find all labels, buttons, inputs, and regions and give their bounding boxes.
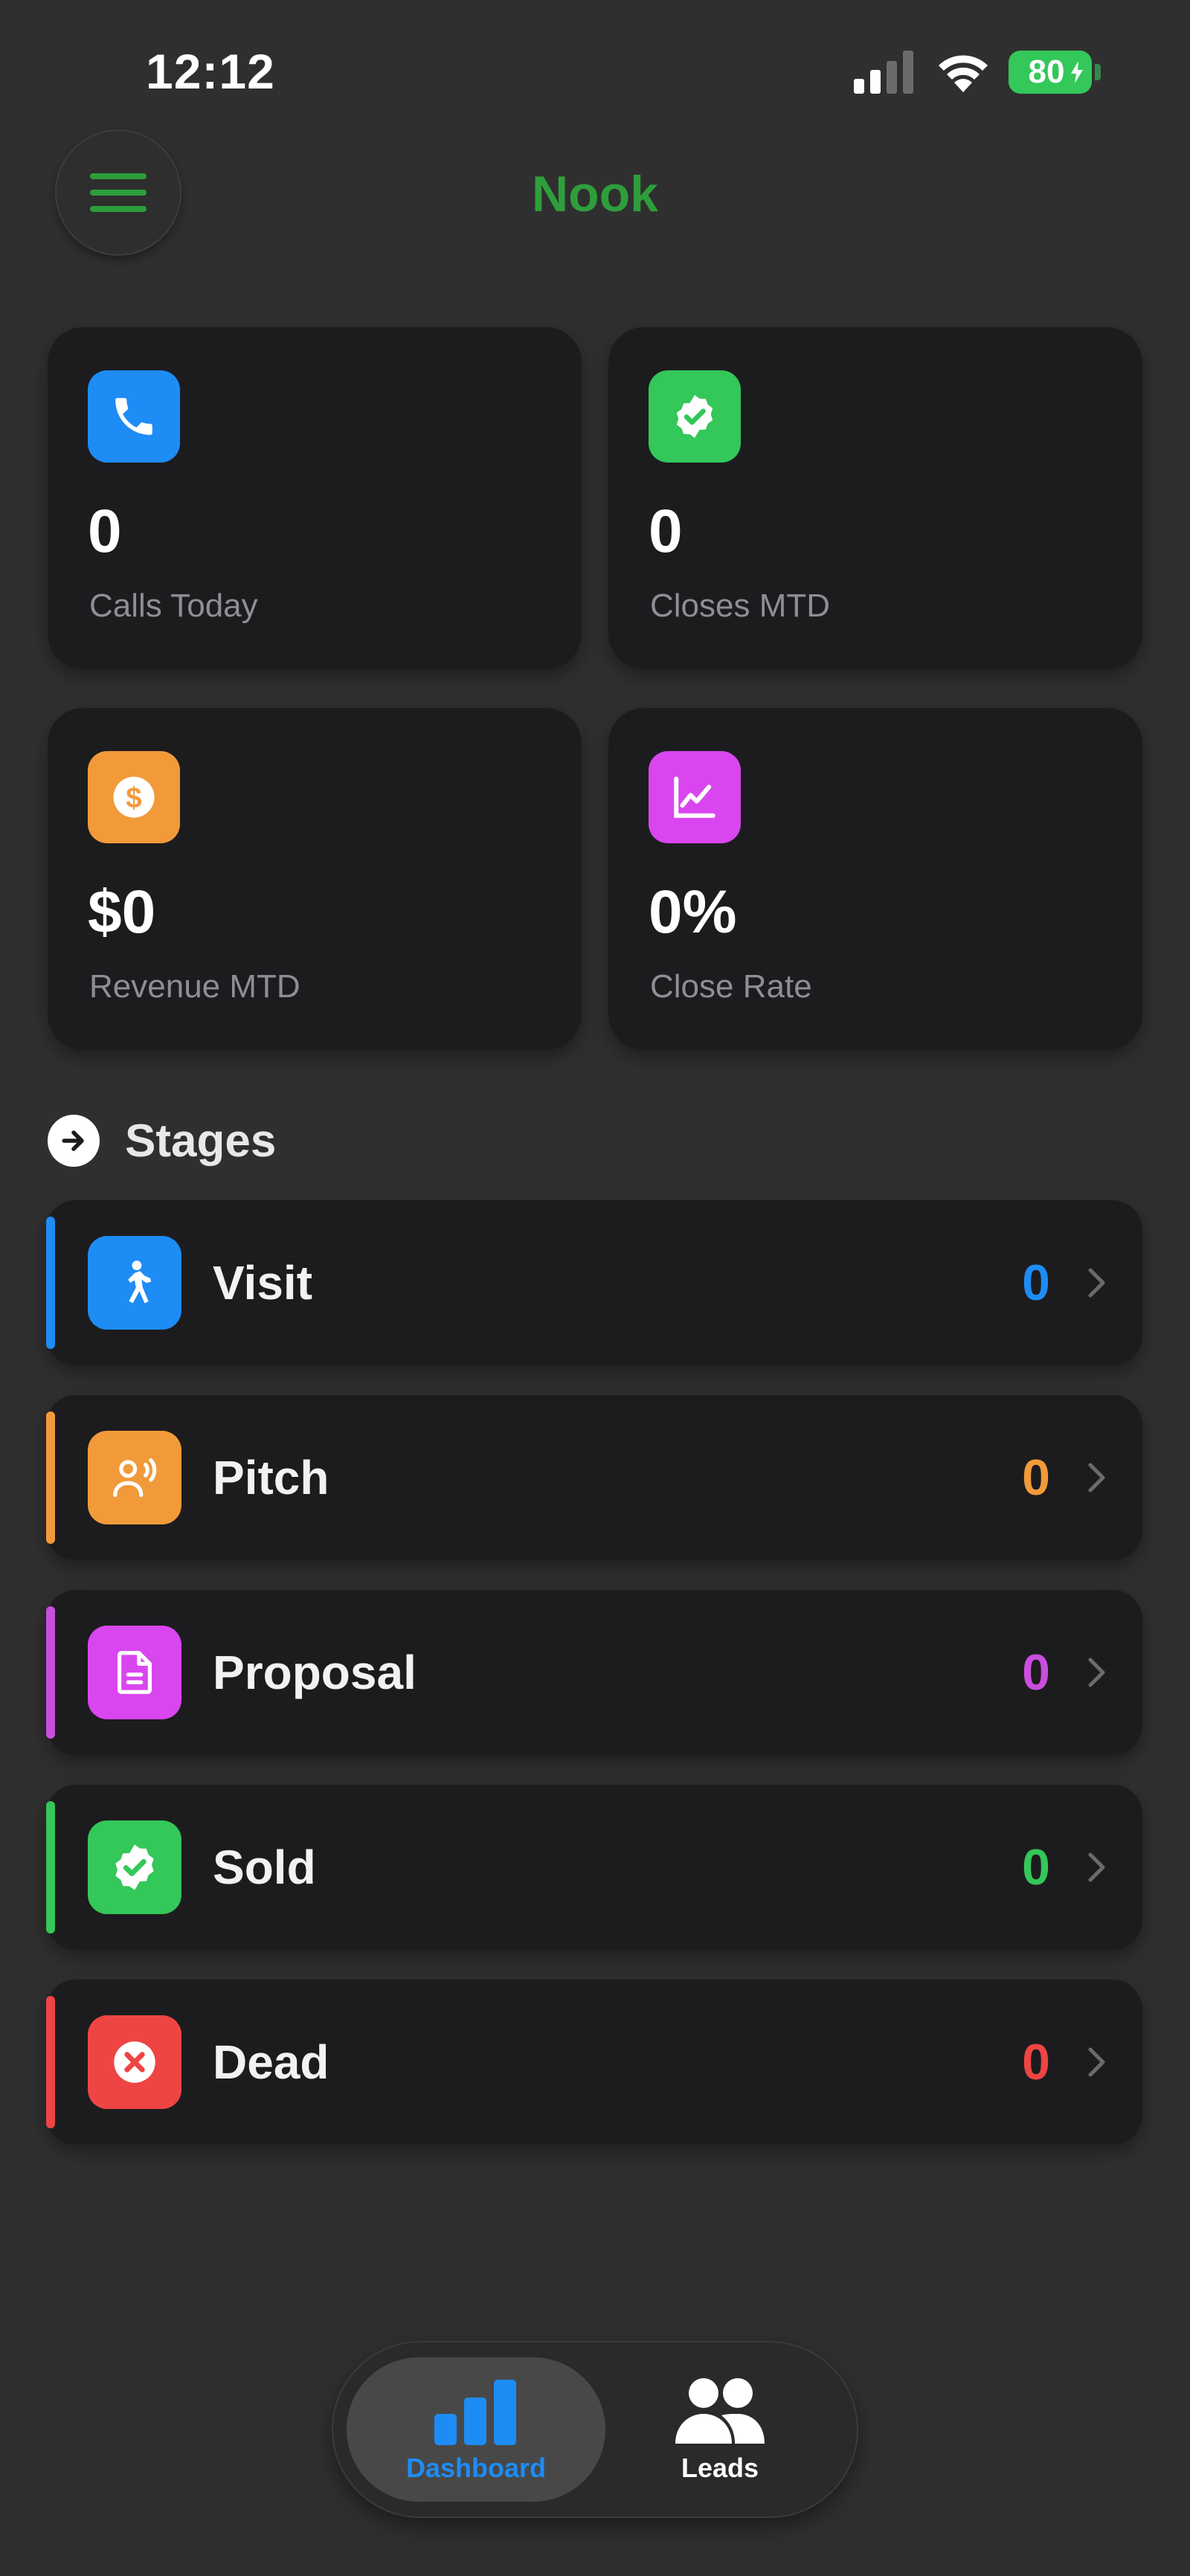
stage-row-pitch[interactable]: Pitch 0 [46, 1395, 1142, 1560]
tab-label: Dashboard [405, 2453, 547, 2483]
stage-row-proposal[interactable]: Proposal 0 [46, 1590, 1142, 1755]
walking-person-icon [88, 1236, 181, 1330]
stat-card-calls-today[interactable]: 0 Calls Today [48, 327, 582, 669]
chevron-right-icon [1088, 1852, 1105, 1882]
svg-text:$: $ [126, 782, 141, 814]
stage-accent-bar [46, 1217, 55, 1349]
stage-accent-bar [46, 1411, 55, 1544]
stage-row-sold[interactable]: Sold 0 [46, 1785, 1142, 1950]
stat-value: 0 [649, 498, 683, 565]
stage-count: 0 [1022, 1449, 1050, 1506]
battery-indicator: 80 [1009, 51, 1092, 94]
dashboard-screen: 12:12 80 Nook 0 Calls Today 0 Closes MTD… [0, 0, 1190, 2576]
section-title: Stages [125, 1115, 277, 1167]
check-seal-icon [88, 1820, 181, 1914]
bar-chart-icon [434, 2380, 516, 2445]
stat-card-revenue-mtd[interactable]: $ $0 Revenue MTD [48, 708, 582, 1050]
stat-card-close-rate[interactable]: 0% Close Rate [608, 708, 1142, 1050]
status-time: 12:12 [146, 44, 275, 99]
chevron-right-icon [1088, 1268, 1105, 1298]
x-circle-icon [88, 2015, 181, 2109]
stages-header: Stages [48, 1111, 276, 1171]
stage-count: 0 [1022, 1255, 1050, 1311]
stat-label: Close Rate [650, 968, 812, 1005]
dollar-icon: $ [88, 751, 180, 843]
status-bar: 12:12 80 [0, 0, 1190, 141]
battery-level: 80 [1028, 54, 1065, 90]
chevron-right-icon [1088, 2047, 1105, 2077]
stage-row-visit[interactable]: Visit 0 [46, 1200, 1142, 1365]
stage-label: Sold [213, 1841, 316, 1894]
stage-label: Dead [213, 2035, 329, 2089]
stage-label: Visit [213, 1256, 312, 1310]
stage-accent-bar [46, 1606, 55, 1739]
stage-accent-bar [46, 1996, 55, 2128]
bolt-icon [1071, 61, 1083, 83]
stage-accent-bar [46, 1801, 55, 1933]
stage-label: Proposal [213, 1646, 416, 1699]
stage-label: Pitch [213, 1451, 329, 1504]
phone-icon [88, 370, 180, 463]
tab-bar: Dashboard Leads [333, 2342, 857, 2517]
stage-count: 0 [1022, 2034, 1050, 2090]
stat-value: 0 [88, 498, 122, 565]
chevron-right-icon [1088, 1658, 1105, 1687]
stat-value: $0 [88, 878, 156, 946]
chevron-right-icon [1088, 1463, 1105, 1493]
battery-cap [1095, 64, 1101, 80]
stat-label: Closes MTD [650, 587, 831, 624]
people-icon [675, 2378, 765, 2444]
stage-count: 0 [1022, 1644, 1050, 1701]
signal-icon [854, 51, 913, 94]
document-icon [88, 1626, 181, 1719]
stage-count: 0 [1022, 1839, 1050, 1896]
stat-label: Calls Today [89, 587, 258, 624]
tab-leads[interactable]: Leads [594, 2357, 846, 2502]
app-title: Nook [532, 166, 658, 222]
check-seal-icon [649, 370, 741, 463]
person-speaking-icon [88, 1431, 181, 1524]
chart-line-icon [649, 751, 741, 843]
stat-card-closes-mtd[interactable]: 0 Closes MTD [608, 327, 1142, 669]
tab-dashboard[interactable]: Dashboard [350, 2357, 602, 2502]
tab-label: Leads [681, 2453, 759, 2483]
wifi-icon [939, 55, 988, 92]
stat-value: 0% [649, 878, 737, 946]
stage-row-dead[interactable]: Dead 0 [46, 1980, 1142, 2145]
stat-label: Revenue MTD [89, 968, 300, 1005]
arrow-right-circle-icon [48, 1115, 100, 1167]
